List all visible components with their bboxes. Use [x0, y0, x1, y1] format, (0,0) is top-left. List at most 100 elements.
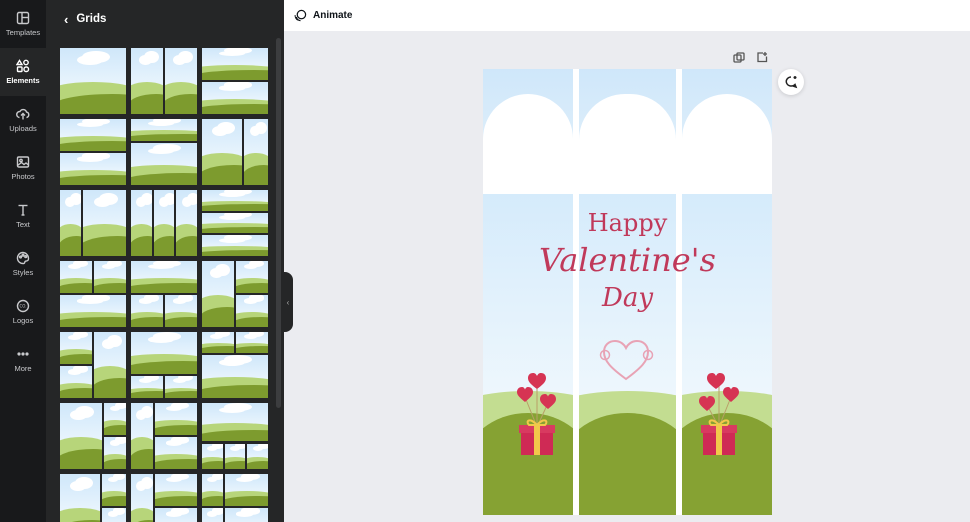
magic-comment-button[interactable]: [778, 69, 804, 95]
panel-scrollbar[interactable]: [276, 38, 281, 408]
editor-topbar: Animate: [284, 0, 970, 31]
grid-cell: [131, 261, 197, 293]
grid-cell: [131, 190, 152, 256]
grid-cell: [102, 508, 126, 522]
grids-list[interactable]: [60, 48, 270, 522]
grid-cell: [236, 261, 268, 293]
grid-cell: [155, 437, 197, 469]
grid-cell: [155, 474, 197, 506]
rail-label-photos: Photos: [11, 172, 35, 181]
rail-item-elements[interactable]: Elements: [0, 48, 46, 96]
animate-button[interactable]: Animate: [294, 9, 352, 22]
grid-thumbnail[interactable]: [60, 474, 126, 522]
grid-cell: [60, 190, 81, 256]
grid-thumbnail[interactable]: [131, 190, 197, 256]
grid-thumbnail[interactable]: [202, 119, 268, 185]
grid-thumbnail[interactable]: [131, 403, 197, 469]
grid-thumbnail[interactable]: [202, 332, 268, 398]
grid-thumbnail[interactable]: [131, 332, 197, 398]
grid-cell: [94, 261, 126, 293]
rail-item-photos[interactable]: Photos: [0, 144, 46, 192]
grid-cell: [247, 443, 268, 469]
animate-label: Animate: [313, 10, 353, 21]
rail-label-templates: Templates: [5, 28, 41, 37]
outline-heart-icon[interactable]: [595, 335, 657, 385]
headline-day[interactable]: Day: [483, 283, 772, 313]
chevron-left-icon[interactable]: ‹: [64, 12, 68, 27]
grid-cell: [202, 119, 242, 185]
grid-thumbnail[interactable]: [202, 48, 268, 114]
grid-cell: [60, 474, 100, 522]
magic-comment-icon: [785, 76, 798, 89]
grid-cell: [165, 48, 197, 114]
grid-cell: [202, 443, 223, 469]
rail-label-logos: Logos: [12, 316, 34, 325]
grid-cell: [176, 190, 197, 256]
left-rail: Templates Elements Uploads Photos Text S…: [0, 0, 46, 522]
duplicate-page-icon[interactable]: [733, 51, 745, 63]
grid-cell: [202, 332, 234, 353]
grid-cell: [60, 119, 126, 151]
grid-thumbnail[interactable]: [60, 190, 126, 256]
grid-thumbnail[interactable]: [202, 190, 268, 256]
grid-thumbnail[interactable]: [131, 261, 197, 327]
animate-icon: [294, 9, 307, 22]
grid-thumbnail[interactable]: [60, 261, 126, 327]
svg-text:CO.: CO.: [19, 304, 26, 309]
grid-thumbnail[interactable]: [60, 119, 126, 185]
rail-item-text[interactable]: Text: [0, 192, 46, 240]
rail-label-text: Text: [16, 220, 30, 229]
text-icon: [18, 204, 28, 216]
grid-thumbnail[interactable]: [60, 332, 126, 398]
grid-thumbnail[interactable]: [131, 119, 197, 185]
rail-label-uploads: Uploads: [9, 124, 37, 133]
logos-icon: CO.: [16, 299, 30, 313]
grid-thumbnail[interactable]: [202, 474, 268, 522]
grid-cell: [131, 48, 163, 114]
grid-cell: [131, 295, 163, 327]
chevron-left-small-icon: ‹: [286, 297, 290, 307]
grid-cell: [83, 190, 126, 256]
grid-thumbnail[interactable]: [131, 474, 197, 522]
headline-valentines[interactable]: Valentine's: [483, 241, 772, 279]
grid-cell: [60, 153, 126, 185]
grid-thumbnail[interactable]: [202, 403, 268, 469]
grid-cell: [60, 48, 126, 114]
collapse-panel-handle[interactable]: ‹: [283, 272, 293, 332]
rail-label-more: More: [14, 364, 32, 373]
uploads-icon: [16, 108, 30, 120]
rail-label-styles: Styles: [12, 268, 34, 277]
gift-balloons-left-icon[interactable]: [515, 369, 559, 457]
photos-icon: [16, 156, 30, 168]
grid-cell: [104, 403, 126, 435]
more-icon: [17, 352, 29, 356]
grid-thumbnail[interactable]: [131, 48, 197, 114]
grid-cell: [102, 474, 126, 506]
rail-item-uploads[interactable]: Uploads: [0, 96, 46, 144]
grid-cell: [225, 443, 245, 469]
styles-icon: [16, 251, 30, 265]
grid-cell: [60, 366, 92, 398]
headline-happy[interactable]: Happy: [483, 209, 772, 237]
grid-cell: [202, 48, 268, 80]
rail-item-styles[interactable]: Styles: [0, 240, 46, 288]
grid-thumbnail[interactable]: [202, 261, 268, 327]
grid-thumbnail[interactable]: [60, 403, 126, 469]
grid-cell: [155, 508, 197, 522]
grid-cell: [202, 82, 268, 114]
grid-cell: [225, 508, 268, 522]
grid-cell: [131, 332, 197, 374]
grid-cell: [202, 403, 268, 442]
grid-cell: [165, 376, 197, 398]
rail-item-logos[interactable]: CO. Logos: [0, 288, 46, 336]
grid-cell: [202, 474, 223, 506]
grid-cell: [155, 403, 197, 435]
design-page[interactable]: Happy Valentine's Day: [483, 69, 772, 515]
add-page-icon[interactable]: [756, 50, 768, 63]
rail-item-templates[interactable]: Templates: [0, 0, 46, 48]
grid-thumbnail[interactable]: [60, 48, 126, 114]
gift-balloons-right-icon[interactable]: [697, 369, 741, 457]
grid-cell: [131, 474, 153, 522]
grid-cell: [202, 508, 223, 522]
rail-item-more[interactable]: More: [0, 336, 46, 384]
